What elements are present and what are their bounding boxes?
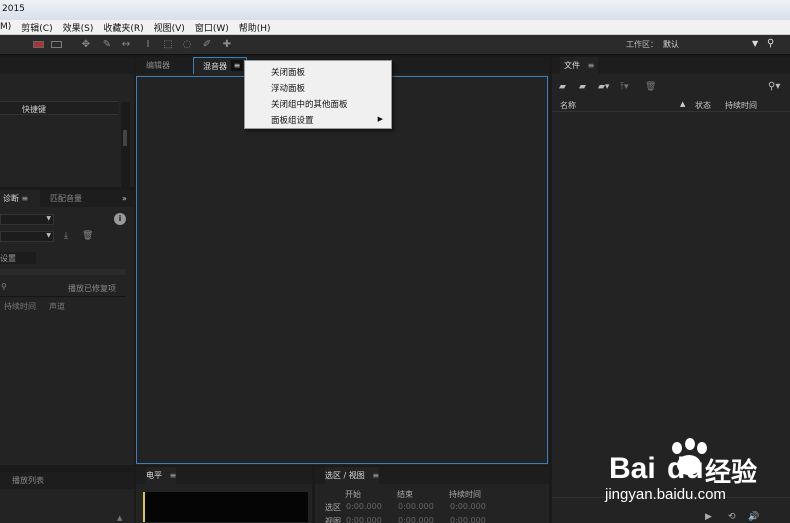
info-icon[interactable]: i: [114, 213, 126, 225]
menu-bar: M) 剪辑(C) 效果(S) 收藏夹(R) 视图(V) 窗口(W) 帮助(H): [0, 20, 790, 35]
workspace-label: 工作区：: [626, 40, 658, 49]
search-icon[interactable]: ⚲: [1, 282, 7, 291]
row-selection: 选区: [325, 503, 341, 512]
submenu-arrow-icon: ▶: [377, 115, 383, 123]
level-meter: [143, 492, 308, 522]
view-end[interactable]: 0:00.000: [398, 516, 434, 523]
selection-duration[interactable]: 0:00.000: [450, 502, 486, 511]
slip-tool-icon[interactable]: ↔: [120, 39, 132, 50]
col-status[interactable]: 状态: [695, 100, 711, 111]
menu-close-panel[interactable]: 关闭面板: [271, 66, 305, 78]
col-channel[interactable]: 声道: [49, 301, 65, 312]
baidu-watermark: Bai du 经验 jingyan.baidu.com: [605, 438, 785, 518]
menu-item-multitrack[interactable]: M): [0, 22, 16, 32]
shortcut-tabbar: [0, 57, 134, 74]
time-selection-tool-icon[interactable]: I: [142, 39, 154, 50]
move-tool-icon[interactable]: ✥: [80, 39, 92, 50]
trash-icon[interactable]: 🗑: [645, 82, 656, 92]
selection-start[interactable]: 0:00.000: [346, 502, 382, 511]
col-duration: 持续时间: [449, 490, 481, 499]
spot-healing-tool-icon[interactable]: ✚: [221, 39, 233, 50]
tab-match-volume[interactable]: 匹配音量: [50, 190, 82, 207]
settings-label: 设置: [0, 254, 16, 263]
diagnostics-tabbar: 诊断 ≡ 匹配音量 »: [0, 190, 134, 207]
shortcut-header: 快捷键: [22, 105, 46, 114]
lasso-tool-icon[interactable]: ◌: [181, 39, 193, 50]
title-bar: 2015: [0, 0, 790, 20]
watermark-brand-cn: 经验: [705, 458, 758, 488]
workspace-dropdown-icon[interactable]: ▼: [752, 39, 758, 48]
amount-slider[interactable]: [0, 269, 126, 275]
menu-float-panel[interactable]: 浮动面板: [271, 82, 305, 94]
download-icon[interactable]: ⤓: [64, 231, 68, 241]
marquee-tool-icon[interactable]: ⬚: [162, 39, 174, 50]
menu-item-help[interactable]: 帮助(H): [234, 21, 276, 34]
toolbar: ✥ ✎ ↔ I ⬚ ◌ ✐ ✚ 工作区： 默认 ▼ ⚲: [0, 35, 790, 55]
import-icon[interactable]: ▰: [579, 82, 586, 92]
brush-tool-icon[interactable]: ✐: [201, 39, 213, 50]
col-duration[interactable]: 持续时间: [725, 100, 757, 111]
row-view: 视图: [325, 517, 341, 523]
open-file-icon[interactable]: ▰: [559, 82, 566, 92]
tab-diagnostics[interactable]: 诊断 ≡: [0, 190, 40, 207]
scroll-thumb[interactable]: [123, 130, 127, 146]
preset-select[interactable]: ▼: [0, 231, 54, 242]
menu-item-clip[interactable]: 剪辑(C): [16, 21, 57, 34]
tab-playlist[interactable]: 播放列表: [12, 472, 44, 489]
playlist-menu-icon[interactable]: ▲: [117, 514, 122, 522]
menu-item-favorites[interactable]: 收藏夹(R): [98, 21, 148, 34]
watermark-brand: Bai: [609, 452, 656, 485]
view-start[interactable]: 0:00.000: [346, 516, 382, 523]
panel-menu-icon[interactable]: ≡: [231, 60, 243, 71]
shortcut-panel: 快捷键: [0, 57, 134, 232]
playlist-panel: 播放列表 ▲: [0, 472, 134, 523]
menu-item-view[interactable]: 视图(V): [149, 21, 190, 34]
col-start: 开始: [345, 490, 361, 499]
tab-files[interactable]: 文件 ≡: [560, 57, 599, 74]
playlist-tabbar: 播放列表: [0, 472, 134, 489]
files-tabbar: 文件 ≡: [552, 57, 790, 74]
selection-tabbar: 选区 / 视图 ≡: [315, 467, 549, 484]
watermark-url: jingyan.baidu.com: [605, 486, 726, 503]
razor-tool-icon[interactable]: ✎: [101, 39, 113, 50]
search-icon[interactable]: ⚲▾: [768, 81, 780, 92]
insert-icon[interactable]: ⤒▾: [620, 82, 629, 92]
waveform-view-icon[interactable]: [51, 41, 62, 48]
sort-asc-icon[interactable]: ▲: [680, 100, 685, 108]
watermark-brand2: du: [667, 452, 704, 485]
selection-end[interactable]: 0:00.000: [398, 502, 434, 511]
mixer-content-frame: [136, 76, 548, 464]
files-header-row: 名称 ▲ 状态 持续时间: [552, 98, 790, 112]
new-file-icon[interactable]: ▰▾: [598, 82, 609, 92]
menu-panel-group-settings[interactable]: 面板组设置: [271, 114, 314, 126]
play-repaired-button[interactable]: 播放已修复项: [68, 283, 116, 294]
window-title: 2015: [2, 4, 25, 14]
tab-level[interactable]: 电平 ≡: [146, 467, 177, 484]
menu-item-effects[interactable]: 效果(S): [58, 21, 99, 34]
diag-divider: [0, 296, 126, 297]
tab-selection-view[interactable]: 选区 / 视图 ≡: [325, 467, 380, 484]
diagnostics-panel: 诊断 ≡ 匹配音量 » ▼ i ▼ ⤓ 🗑 设置 ⚲ 播放已修复项 持续时间 声…: [0, 190, 134, 465]
menu-close-other-panels[interactable]: 关闭组中的其他面板: [271, 98, 348, 110]
panel-context-menu: 关闭面板 浮动面板 关闭组中的其他面板 面板组设置 ▶: [244, 60, 392, 129]
trash-icon[interactable]: 🗑: [82, 231, 93, 241]
menu-item-window[interactable]: 窗口(W): [190, 21, 234, 34]
view-duration[interactable]: 0:00.000: [450, 516, 486, 523]
workspace-select[interactable]: 默认: [663, 39, 679, 50]
panel-overflow-icon[interactable]: »: [122, 190, 127, 207]
effect-select[interactable]: ▼: [0, 214, 54, 225]
search-icon[interactable]: ⚲: [767, 38, 774, 49]
settings-row[interactable]: 设置: [0, 252, 36, 264]
col-duration[interactable]: 持续时间: [4, 301, 36, 312]
level-tabbar: 电平 ≡: [136, 467, 312, 484]
col-name[interactable]: 名称: [560, 100, 576, 111]
col-end: 结束: [397, 490, 413, 499]
tab-editor[interactable]: 编辑器: [146, 57, 170, 74]
shortcut-header-row: 快捷键: [0, 101, 118, 115]
spectral-view-icon[interactable]: [33, 41, 44, 48]
selection-view-panel: 选区 / 视图 ≡ 开始 结束 持续时间 选区 0:00.000 0:00.00…: [315, 467, 549, 523]
